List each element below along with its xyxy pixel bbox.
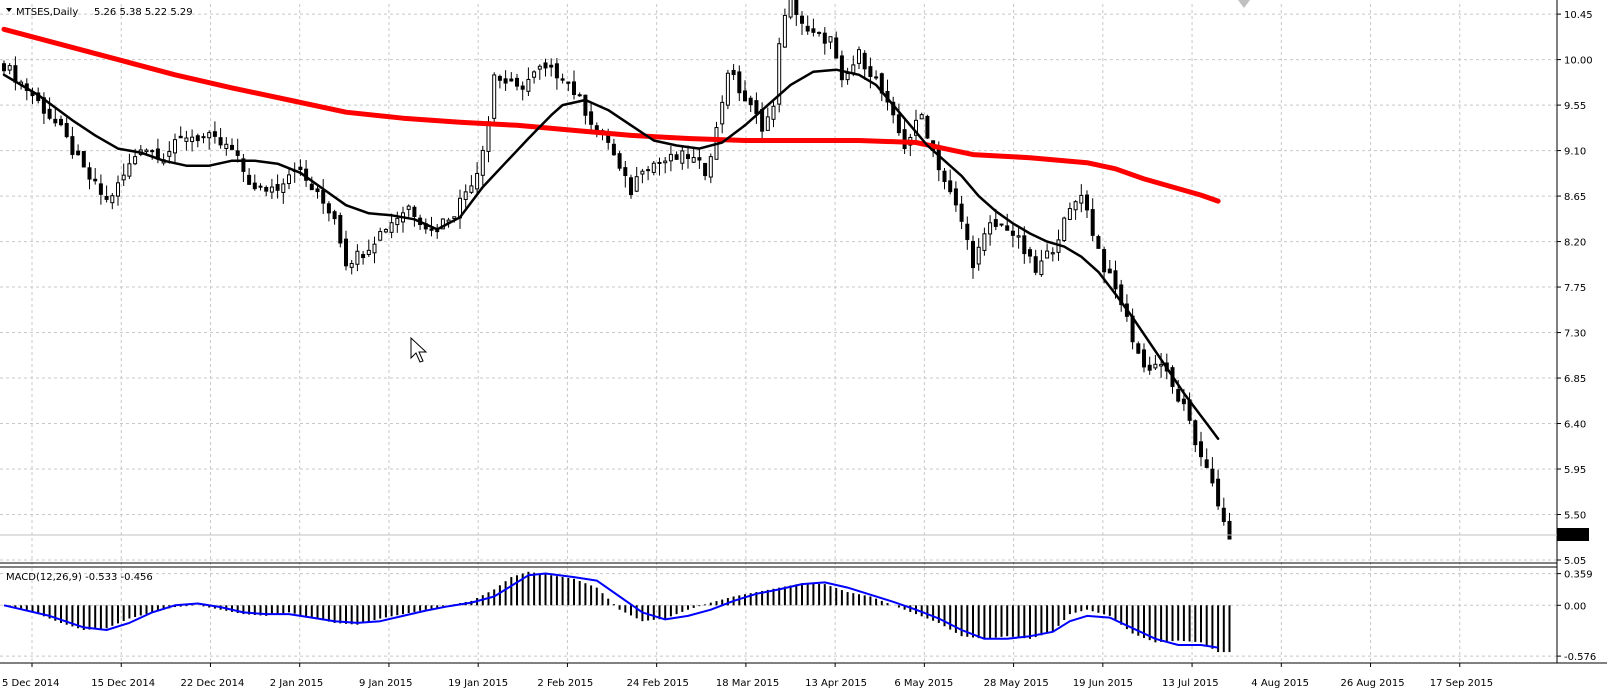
- time-tick-label: 15 Dec 2014: [91, 678, 155, 689]
- price-bar: [788, 0, 793, 20]
- price-bar: [725, 69, 730, 110]
- price-bar: [777, 37, 782, 113]
- time-tick-label: 17 Sep 2015: [1430, 678, 1493, 689]
- price-bar: [81, 151, 86, 168]
- price-bar: [1062, 216, 1067, 243]
- price-tick-label: 10.45: [1564, 10, 1593, 21]
- symbol-label: MTSES,Daily: [16, 7, 78, 18]
- time-tick-label: 18 Mar 2015: [716, 678, 779, 689]
- price-tick-label: 6.40: [1564, 420, 1586, 431]
- time-tick-label: 13 Jul 2015: [1162, 678, 1219, 689]
- price-tick-label: 10.00: [1564, 56, 1593, 67]
- time-tick-label: 5 Dec 2014: [2, 678, 60, 689]
- price-tick-label: 6.85: [1564, 374, 1586, 385]
- time-tick-label: 6 May 2015: [894, 678, 953, 689]
- time-tick-label: 26 Aug 2015: [1341, 678, 1405, 689]
- macd-tick-label: -0.576: [1564, 652, 1596, 663]
- time-tick-label: 2 Jan 2015: [270, 678, 324, 689]
- macd-label: MACD(12,26,9) -0.533 -0.456: [6, 572, 153, 583]
- price-tick-label: 5.50: [1564, 511, 1586, 522]
- time-tick-label: 2 Feb 2015: [537, 678, 593, 689]
- ohlc-label: 5.26 5.38 5.22 5.29: [94, 7, 193, 18]
- time-tick-label: 9 Jan 2015: [359, 678, 413, 689]
- time-tick-label: 4 Aug 2015: [1251, 678, 1309, 689]
- price-tick-label: 9.10: [1564, 147, 1586, 158]
- price-bar: [925, 114, 930, 139]
- price-bar: [492, 72, 497, 123]
- time-tick-label: 13 Apr 2015: [805, 678, 867, 689]
- price-tick-label: 7.30: [1564, 329, 1586, 340]
- price-tick-label: 5.05: [1564, 556, 1586, 567]
- price-bar: [1096, 234, 1101, 249]
- price-tick-label: 8.20: [1564, 238, 1586, 249]
- time-tick-label: 22 Dec 2014: [180, 678, 244, 689]
- time-tick-label: 19 Jan 2015: [448, 678, 508, 689]
- current-price-label: 5.29: [1560, 530, 1582, 541]
- time-tick-label: 24 Feb 2015: [627, 678, 689, 689]
- chart-background: [0, 0, 1607, 697]
- time-tick-label: 28 May 2015: [984, 678, 1049, 689]
- time-tick-label: 19 Jun 2015: [1073, 678, 1133, 689]
- macd-tick-label: 0.00: [1564, 601, 1586, 612]
- trading-chart[interactable]: 10.45 10.00 9.55 9.10 8.65 8.20 7.75 7.30 6.85 6.…: [0, 0, 1607, 697]
- price-tick-label: 8.65: [1564, 192, 1586, 203]
- macd-tick-label: 0.359: [1564, 570, 1593, 581]
- price-tick-label: 9.55: [1564, 101, 1586, 112]
- price-bar: [617, 151, 622, 171]
- price-tick-label: 5.95: [1564, 465, 1586, 476]
- price-bar: [338, 212, 343, 248]
- price-tick-label: 7.75: [1564, 283, 1586, 294]
- price-bar: [1136, 341, 1141, 355]
